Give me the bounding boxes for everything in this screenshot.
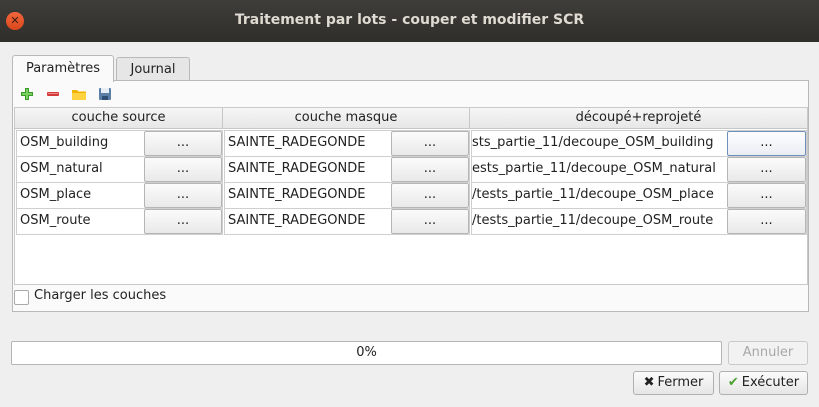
run-button[interactable]: ✔ Exécuter: [719, 371, 808, 395]
source-layer-value: OSM_route: [20, 213, 91, 228]
mask-layer-value: SAINTE_RADEGONDE: [228, 213, 366, 228]
table-row-mask[interactable]: SAINTE_RADEGONDE ...: [224, 130, 470, 157]
output-browse-button[interactable]: ...: [727, 131, 806, 156]
column-header-output[interactable]: découpé+reprojeté: [470, 108, 807, 129]
table-row-output[interactable]: ests_partie_11/decoupe_OSM_natural ...: [471, 156, 807, 183]
mask-browse-button[interactable]: ...: [391, 131, 469, 156]
open-folder-icon[interactable]: [71, 86, 87, 102]
source-layer-value: OSM_natural: [20, 161, 103, 176]
table-row-mask[interactable]: SAINTE_RADEGONDE ...: [224, 182, 470, 209]
output-path-value[interactable]: ests_partie_11/decoupe_OSM_natural: [472, 157, 726, 181]
table-row-output[interactable]: /tests_partie_11/decoupe_OSM_place ...: [471, 182, 807, 209]
table-row-source[interactable]: OSM_natural ...: [16, 156, 223, 183]
output-browse-button[interactable]: ...: [727, 157, 806, 182]
close-x-icon: ✖: [643, 375, 655, 390]
source-browse-button[interactable]: ...: [144, 209, 222, 234]
save-icon[interactable]: [97, 86, 113, 102]
output-browse-button[interactable]: ...: [727, 209, 806, 234]
source-browse-button[interactable]: ...: [144, 183, 222, 208]
output-browse-button[interactable]: ...: [727, 183, 806, 208]
batch-table: couche source couche masque découpé+repr…: [14, 107, 808, 285]
window-title: Traitement par lots - couper et modifier…: [234, 12, 585, 28]
load-layers-label[interactable]: Charger les couches: [34, 288, 166, 303]
load-layers-checkbox[interactable]: [14, 290, 29, 305]
run-button-label: Exécuter: [741, 375, 800, 390]
checkmark-icon: ✔: [727, 375, 739, 390]
tab-journal[interactable]: Journal: [116, 57, 190, 81]
table-row-mask[interactable]: SAINTE_RADEGONDE ...: [224, 208, 470, 235]
column-header-source[interactable]: couche source: [15, 108, 223, 129]
remove-row-icon[interactable]: [45, 86, 61, 102]
source-browse-button[interactable]: ...: [144, 157, 222, 182]
table-row-source[interactable]: OSM_building ...: [16, 130, 223, 157]
title-bar: ✕ Traitement par lots - couper et modifi…: [0, 0, 819, 42]
mask-browse-button[interactable]: ...: [391, 157, 469, 182]
table-row-output[interactable]: sts_partie_11/decoupe_OSM_building ...: [471, 130, 807, 157]
source-layer-value: OSM_place: [20, 187, 92, 202]
close-button[interactable]: ✖ Fermer: [633, 371, 714, 395]
cancel-button[interactable]: Annuler: [728, 341, 808, 365]
output-path-value[interactable]: /tests_partie_11/decoupe_OSM_place: [472, 183, 726, 207]
mask-browse-button[interactable]: ...: [391, 183, 469, 208]
table-row-mask[interactable]: SAINTE_RADEGONDE ...: [224, 156, 470, 183]
close-button-label: Fermer: [657, 375, 704, 390]
source-layer-value: OSM_building: [20, 135, 109, 150]
mask-browse-button[interactable]: ...: [391, 209, 469, 234]
output-path-value[interactable]: /tests_partie_11/decoupe_OSM_route: [472, 209, 726, 233]
source-browse-button[interactable]: ...: [144, 131, 222, 156]
table-row-source[interactable]: OSM_route ...: [16, 208, 223, 235]
add-row-icon[interactable]: [19, 86, 35, 102]
progress-bar: 0%: [11, 341, 722, 365]
output-path-value[interactable]: sts_partie_11/decoupe_OSM_building: [472, 131, 726, 155]
column-header-mask[interactable]: couche masque: [223, 108, 470, 129]
mask-layer-value: SAINTE_RADEGONDE: [228, 187, 366, 202]
mask-layer-value: SAINTE_RADEGONDE: [228, 161, 366, 176]
table-row-output[interactable]: /tests_partie_11/decoupe_OSM_route ...: [471, 208, 807, 235]
progress-text: 0%: [356, 345, 377, 360]
tab-parametres[interactable]: Paramètres: [12, 55, 114, 82]
table-row-source[interactable]: OSM_place ...: [16, 182, 223, 209]
mask-layer-value: SAINTE_RADEGONDE: [228, 135, 366, 150]
parameters-panel: couche source couche masque découpé+repr…: [12, 80, 809, 312]
